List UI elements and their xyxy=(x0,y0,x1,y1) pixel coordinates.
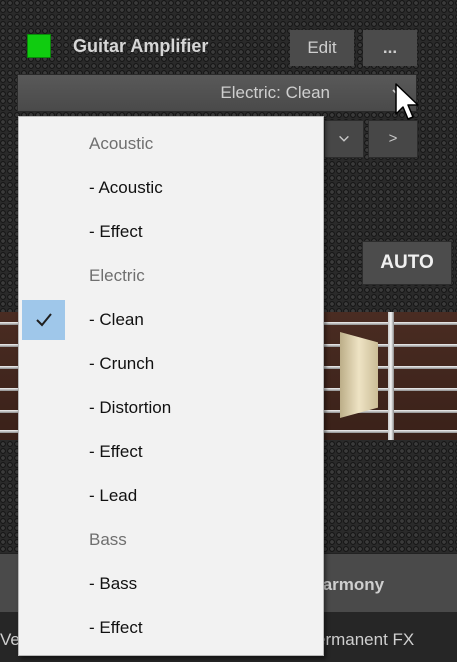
menu-header-label: Bass xyxy=(89,530,127,549)
menu-item-label: - Effect xyxy=(89,618,143,637)
menu-item-bass[interactable]: - Bass xyxy=(19,562,323,606)
mouse-cursor-icon xyxy=(395,83,419,120)
power-led-button[interactable] xyxy=(27,34,51,58)
preset-dropdown-button[interactable] xyxy=(324,120,364,158)
menu-item-distortion[interactable]: - Distortion xyxy=(19,386,323,430)
preset-dropdown-menu: Acoustic - Acoustic - Effect Electric - … xyxy=(18,116,324,656)
menu-item-crunch[interactable]: - Crunch xyxy=(19,342,323,386)
fret-wire xyxy=(388,312,394,440)
menu-item-acoustic-effect[interactable]: - Effect xyxy=(19,210,323,254)
menu-item-label: - Crunch xyxy=(89,354,155,373)
auto-button[interactable]: AUTO xyxy=(362,241,452,285)
menu-item-label: - Acoustic xyxy=(89,178,163,197)
menu-item-acoustic[interactable]: - Acoustic xyxy=(19,166,323,210)
fret-inlay-marker xyxy=(340,332,378,418)
menu-item-lead[interactable]: - Lead xyxy=(19,474,323,518)
tab-permanent-fx[interactable]: ermanent FX xyxy=(316,630,414,650)
edit-button[interactable]: Edit xyxy=(290,30,354,66)
menu-header-electric: Electric xyxy=(19,254,323,298)
menu-item-label: - Bass xyxy=(89,574,138,593)
menu-header-label: Acoustic xyxy=(89,134,154,153)
menu-header-bass: Bass xyxy=(19,518,323,562)
menu-item-electric-effect[interactable]: - Effect xyxy=(19,430,323,474)
menu-item-label: - Effect xyxy=(89,442,143,461)
menu-item-clean[interactable]: - Clean xyxy=(19,298,323,342)
preset-selected-value: Electric: Clean xyxy=(220,83,330,102)
menu-item-label: - Effect xyxy=(89,222,143,241)
menu-header-label: Electric xyxy=(89,266,145,285)
menu-header-acoustic: Acoustic xyxy=(19,122,323,166)
menu-item-label: - Clean xyxy=(89,310,144,329)
selected-indicator xyxy=(22,300,65,340)
chevron-down-icon xyxy=(339,135,349,142)
instrument-title: Guitar Amplifier xyxy=(73,36,209,56)
menu-item-label: - Lead xyxy=(89,486,138,505)
menu-item-label: - Distortion xyxy=(89,398,172,417)
checkmark-icon xyxy=(36,313,52,327)
menu-item-bass-effect[interactable]: - Effect xyxy=(19,606,323,650)
more-button[interactable]: ... xyxy=(363,30,417,66)
preset-selector[interactable]: Electric: Clean xyxy=(17,74,417,112)
tab-harmony[interactable]: larmony xyxy=(318,575,384,595)
footer-left-label[interactable]: Ve xyxy=(0,630,20,650)
